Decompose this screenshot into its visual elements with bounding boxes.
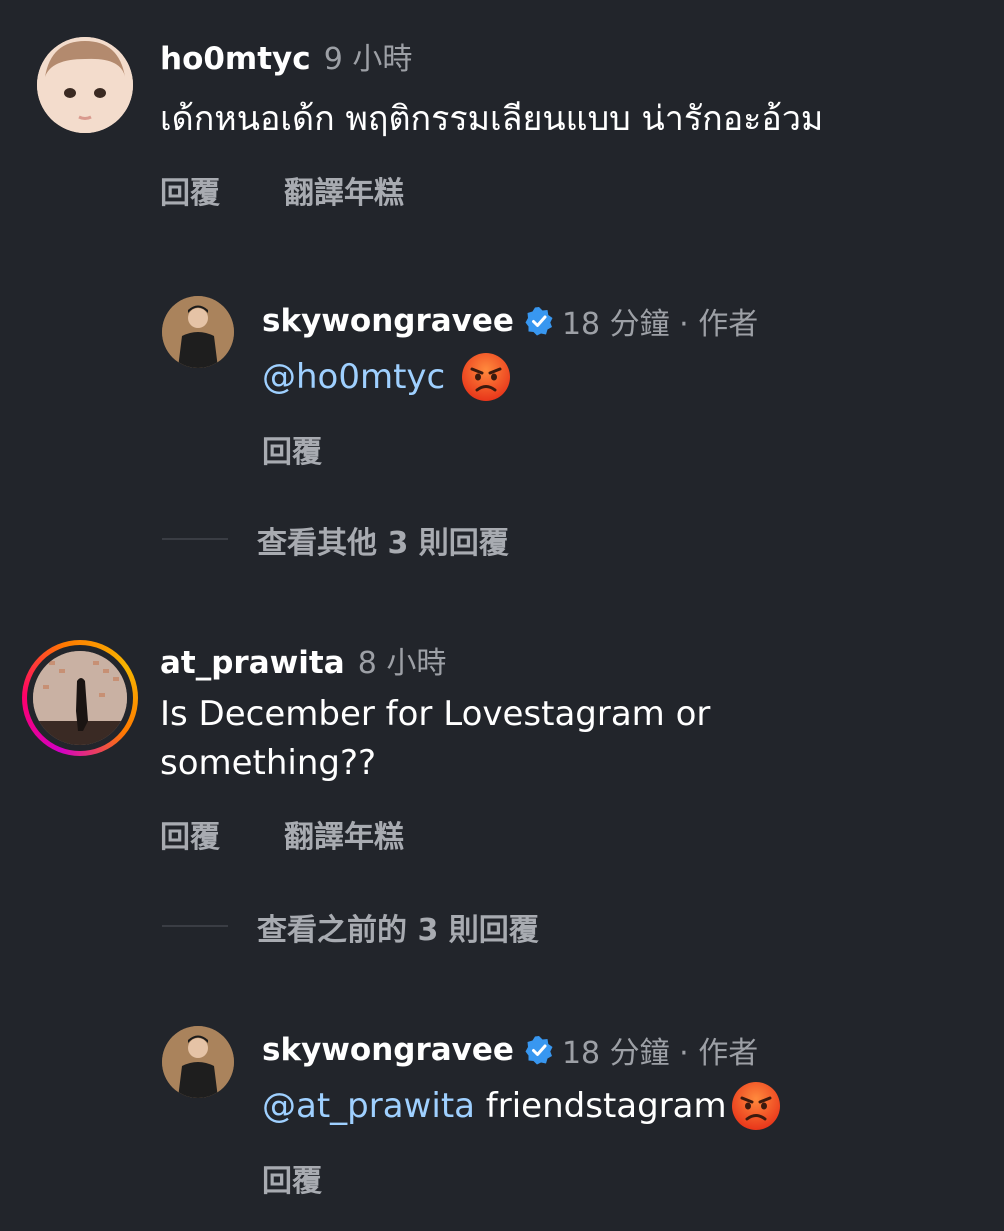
mention-link[interactable]: @ho0mtyc (262, 353, 445, 401)
reply-button[interactable]: 回覆 (262, 427, 322, 471)
angry-face-emoji (462, 353, 511, 401)
comment-text-line-2: something?? (160, 743, 377, 783)
comment-username[interactable]: at_prawita (160, 645, 345, 681)
reply-button[interactable]: 回覆 (262, 1156, 322, 1200)
avatar-ho0mtyc[interactable] (37, 37, 133, 133)
translate-button[interactable]: 翻譯年糕 (284, 168, 404, 212)
reply-username[interactable]: skywongravee (262, 303, 514, 339)
view-other-replies-button[interactable]: 查看其他 3 則回覆 (257, 518, 509, 562)
child-face-icon (37, 37, 133, 133)
reply-time: 18 分鐘 · 作者 (561, 1036, 759, 1071)
avatar-at_prawita (33, 651, 127, 745)
angry-face-emoji (731, 1082, 780, 1130)
person-portrait-icon (162, 1026, 234, 1098)
reply-button[interactable]: 回覆 (160, 168, 220, 212)
mention-link[interactable]: @at_prawita (262, 1082, 475, 1130)
verified-badge-icon (525, 307, 553, 336)
comment-time: 8 小時 (357, 646, 447, 681)
comment-text-line-1: Is December for Lovestagram or (160, 694, 711, 734)
comment-text: เด้กหนอเด้ก พฤติกรรมเลียนแบบ น่ารักอะอ้ว… (160, 99, 824, 139)
view-previous-replies-button[interactable]: 查看之前的 3 則回覆 (257, 905, 539, 949)
comment-time: 9 小時 (323, 42, 413, 77)
story-ring[interactable] (22, 640, 138, 756)
reply-button[interactable]: 回覆 (160, 812, 220, 856)
reply-username[interactable]: skywongravee (262, 1032, 514, 1068)
reply-text: friendstagram (474, 1086, 727, 1126)
person-silhouette-icon (33, 651, 127, 745)
avatar-skywongravee[interactable] (162, 1026, 234, 1098)
avatar-skywongravee[interactable] (162, 296, 234, 368)
divider-line (162, 538, 228, 540)
comment-username[interactable]: ho0mtyc (160, 41, 311, 77)
person-portrait-icon (162, 296, 234, 368)
translate-button[interactable]: 翻譯年糕 (284, 812, 404, 856)
divider-line (162, 925, 228, 927)
verified-badge-icon (525, 1036, 553, 1065)
reply-time: 18 分鐘 · 作者 (561, 307, 759, 342)
